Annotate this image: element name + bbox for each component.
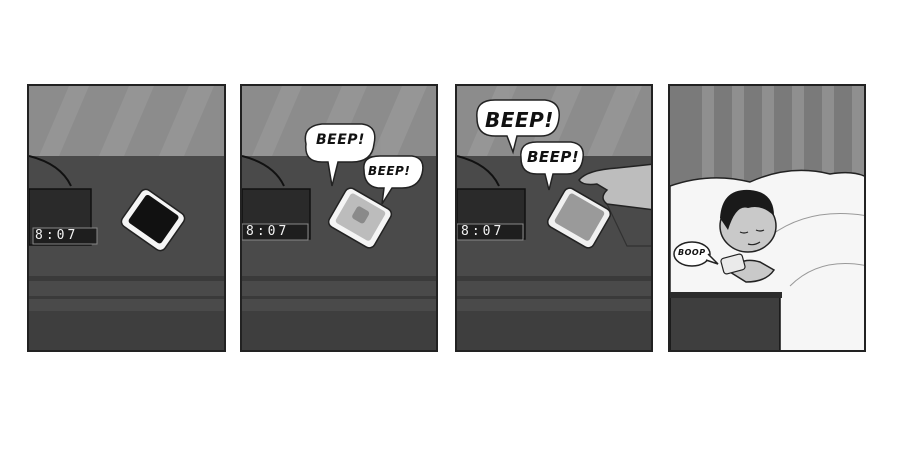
panel-2-art — [242, 86, 436, 350]
sound-effect-boop: BOOP — [678, 248, 706, 257]
panel-1-art — [29, 86, 224, 350]
sound-effect-beep: BEEP! — [527, 148, 580, 166]
alarm-clock-time: 8:07 — [461, 224, 505, 239]
alarm-clock-time: 8:07 — [35, 228, 79, 243]
panel-4-art — [670, 86, 864, 350]
comic-panel-2: 8:07 BEEP! BEEP! — [240, 84, 438, 352]
comic-panel-4: BOOP — [668, 84, 866, 352]
sound-effect-beep: BEEP! — [485, 108, 554, 132]
comic-panel-1: 8:07 — [27, 84, 226, 352]
comic-panel-3: 8:07 BEEP! BEEP! — [455, 84, 653, 352]
sound-effect-beep: BEEP! — [316, 132, 365, 148]
sound-effect-beep: BEEP! — [368, 164, 411, 178]
alarm-clock-time: 8:07 — [246, 224, 290, 239]
